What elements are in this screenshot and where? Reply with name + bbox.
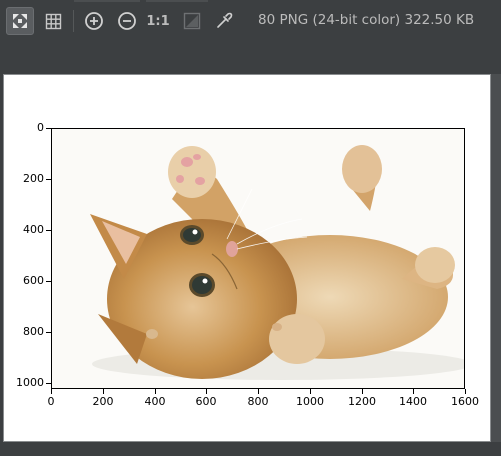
- x-tick: [258, 389, 259, 394]
- y-tick: [46, 332, 51, 333]
- x-tick: [310, 389, 311, 394]
- color-picker-button[interactable]: [210, 7, 238, 35]
- background-button[interactable]: [178, 7, 206, 35]
- y-tick: [46, 230, 51, 231]
- y-tick-label: 400: [23, 223, 44, 236]
- tab-hint: [146, 0, 208, 2]
- y-tick-label: 800: [23, 325, 44, 338]
- zoom-in-button[interactable]: [80, 7, 108, 35]
- zoom-out-button[interactable]: [113, 7, 141, 35]
- canvas-top-area: [0, 44, 501, 74]
- x-tick: [51, 389, 52, 394]
- y-tick-label: 600: [23, 274, 44, 287]
- background-icon: [183, 12, 201, 30]
- actual-size-button[interactable]: 1:1: [144, 7, 172, 35]
- x-tick-label: 1200: [348, 395, 376, 408]
- toolbar-separator: [73, 10, 74, 32]
- zoom-in-icon: [85, 12, 103, 30]
- x-tick: [206, 389, 207, 394]
- grid-icon: [45, 13, 61, 29]
- fit-to-window-icon: [13, 14, 27, 28]
- image-plot-area: [51, 128, 465, 389]
- image-toolbar: 1:1 80 PNG (24-bit color) 322.50 KB: [0, 0, 501, 44]
- x-tick: [465, 389, 466, 394]
- x-tick-label: 1600: [451, 395, 479, 408]
- image-canvas: 0 200 400 600 800 1000 0 200 400 600 800 1000 1200 14…: [3, 74, 491, 442]
- x-tick: [103, 389, 104, 394]
- grid-button[interactable]: [39, 7, 67, 35]
- y-tick: [46, 281, 51, 282]
- y-tick-label: 200: [23, 172, 44, 185]
- tab-hint: [74, 0, 140, 2]
- x-tick-label: 800: [247, 395, 269, 408]
- image-info-text: 80 PNG (24-bit color) 322.50 KB: [258, 12, 475, 28]
- x-tick: [155, 389, 156, 394]
- kitten-image: [52, 129, 464, 388]
- x-tick-label: 200: [92, 395, 114, 408]
- x-tick-label: 400: [144, 395, 166, 408]
- y-tick-label: 0: [37, 121, 44, 134]
- fit-to-window-button[interactable]: [6, 7, 34, 35]
- zoom-out-icon: [118, 12, 136, 30]
- y-tick-label: 1000: [16, 376, 44, 389]
- y-tick: [46, 179, 51, 180]
- eyedropper-icon: [217, 12, 233, 28]
- x-tick: [413, 389, 414, 394]
- x-tick: [362, 389, 363, 394]
- vertical-scrollbar[interactable]: [491, 74, 501, 442]
- actual-size-label: 1:1: [146, 13, 170, 29]
- x-tick-label: 1000: [296, 395, 324, 408]
- y-tick: [46, 383, 51, 384]
- x-tick-label: 600: [195, 395, 217, 408]
- y-tick: [46, 128, 51, 129]
- x-tick-label: 1400: [399, 395, 427, 408]
- x-tick-label: 0: [47, 395, 55, 408]
